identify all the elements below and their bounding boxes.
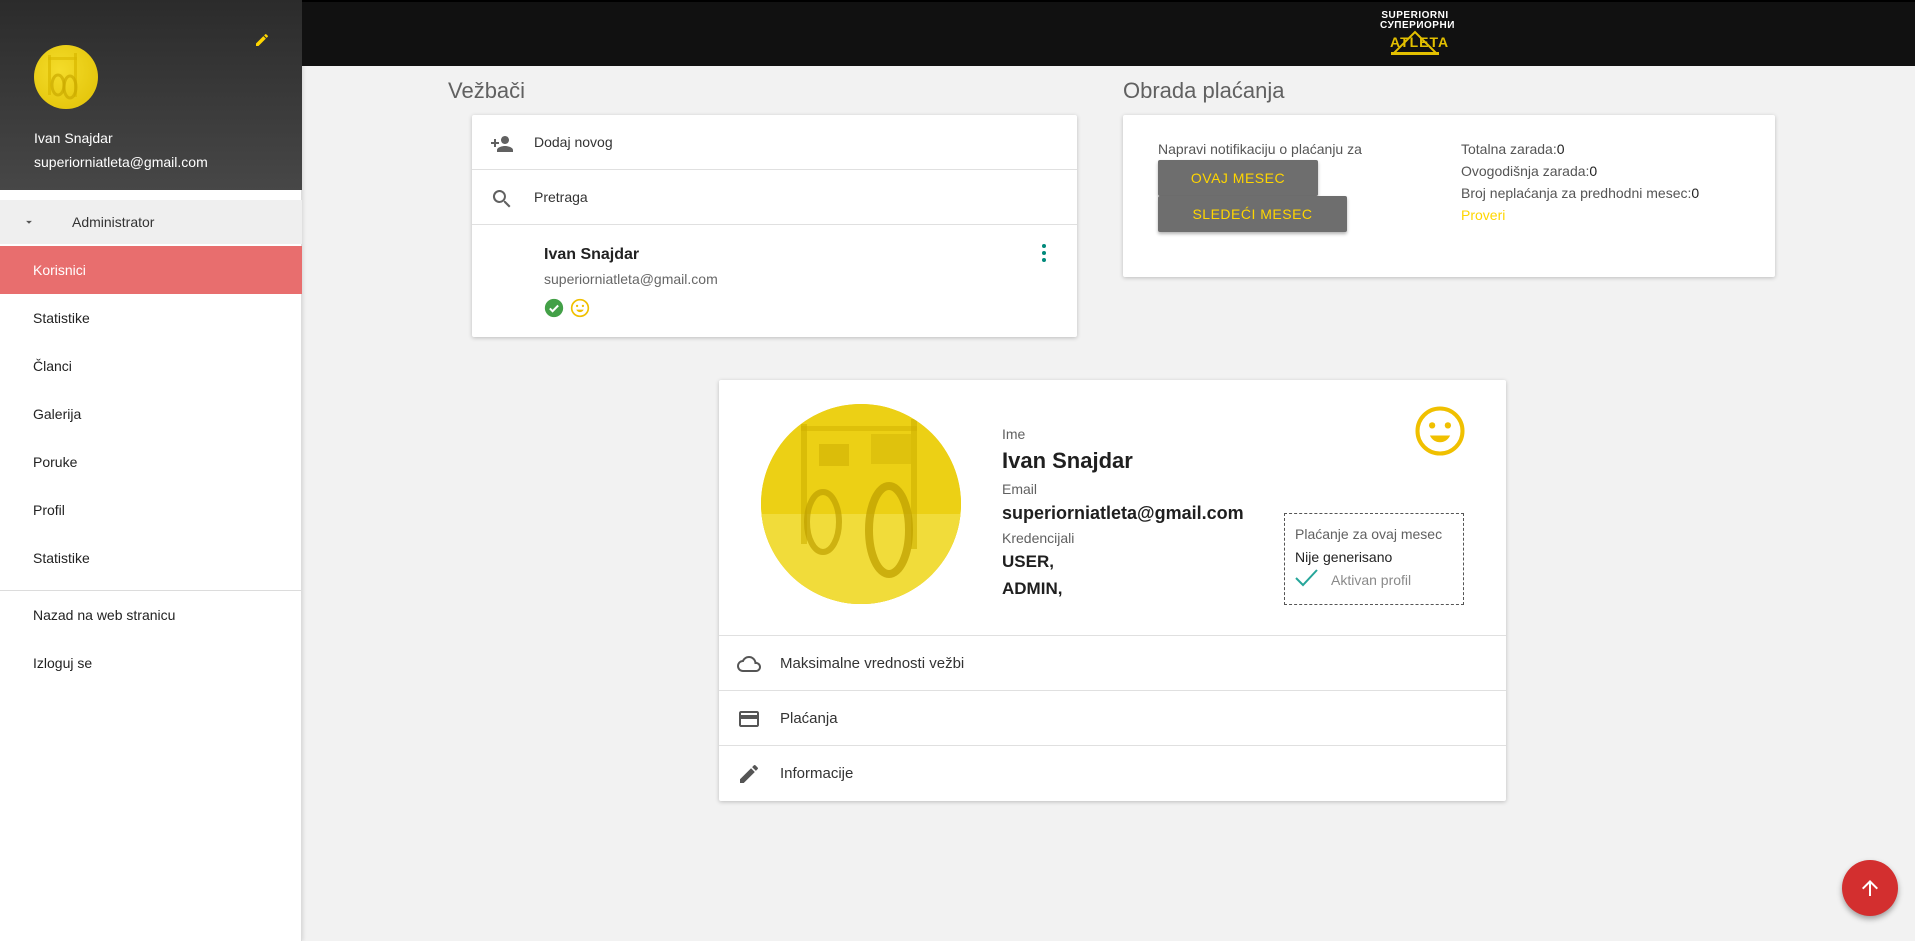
user-email: superiorniatleta@gmail.com [544,271,718,287]
credential-admin: ADMIN, [1002,579,1063,598]
sidebar-item-label: Galerija [33,406,82,422]
sidebar-item-label: Poruke [33,454,78,470]
check-link[interactable]: Proveri [1461,207,1505,223]
sidebar-item-poruke[interactable]: Poruke [0,438,302,486]
scroll-to-top-button[interactable] [1842,860,1898,916]
yearly-earnings-value: 0 [1589,163,1598,179]
more-vert-icon[interactable] [1040,243,1048,263]
this-month-button[interactable]: OVAJ MESEC [1158,160,1318,196]
sidebar-header: Ivan Snajdar superiorniatleta@gmail.com [0,0,302,190]
sidebar-group-label: Administrator [72,214,155,230]
profile-card: Ime Ivan Snajdar Email superiorniatleta@… [719,380,1506,801]
credential-user: USER, [1002,552,1054,571]
unpaid-count: Broj neplaćanja za predhodni mesec:0 [1461,185,1699,201]
check-icon [1295,569,1318,587]
caret-down-icon [26,220,32,224]
sidebar-item-profil[interactable]: Profil [0,486,302,534]
avatar[interactable] [34,45,98,109]
active-profile-label: Aktivan profil [1331,572,1412,588]
sidebar-user-name: Ivan Snajdar [34,130,113,146]
sidebar-item-logout[interactable]: Izloguj se [0,639,302,687]
vezbaci-card: Dodaj novog Pretraga Ivan Snajdar superi… [472,115,1077,337]
sidebar-item-label: Nazad na web stranicu [33,607,176,623]
sidebar-item-label: Profil [33,502,65,518]
payment-title: Plaćanje za ovaj mesec [1295,526,1443,542]
profile-name: Ivan Snajdar [1002,448,1133,473]
user-name: Ivan Snajdar [544,246,640,263]
email-label: Email [1002,481,1038,497]
edit-icon[interactable] [254,32,270,48]
section-title-placanja: Obrada plaćanja [1123,78,1285,103]
search-icon [492,190,511,208]
total-earnings-label: Totalna zarada: [1461,141,1557,157]
check-circle-icon [544,298,564,318]
sidebar-item-korisnici[interactable]: Korisnici [0,246,302,294]
sidebar-item-label: Članci [33,358,72,374]
brand-logo[interactable]: SUPERIORNI СУПЕРИОРНИ ATLETA [1380,8,1454,56]
sidebar-item-label: Statistike [33,310,90,326]
credit-card-icon [739,711,759,727]
payment-status: Nije generisano [1295,549,1393,565]
payments-card: Napravi notifikaciju o plaćanju za OVAJ … [1123,115,1775,277]
unpaid-count-value: 0 [1691,185,1700,201]
sidebar-item-statistike-2[interactable]: Statistike [0,534,302,582]
unpaid-count-label: Broj neplaćanja za predhodni mesec: [1461,185,1692,201]
arrow-up-icon [1862,880,1878,896]
notify-label: Napravi notifikaciju o plaćanju za [1158,141,1362,157]
cloud-icon [737,656,761,672]
sidebar-user-email: superiorniatleta@gmail.com [34,154,208,170]
add-new-row[interactable]: Dodaj novog [472,115,1077,170]
total-earnings-value: 0 [1556,141,1565,157]
smile-icon [570,298,590,318]
top-app-bar: SUPERIORNI СУПЕРИОРНИ ATLETA [302,0,1915,66]
info-label: Informacije [780,765,854,782]
payment-status-box: Plaćanje za ovaj mesec Nije generisano A… [1284,513,1464,605]
search-row[interactable]: Pretraga [472,170,1077,225]
info-row[interactable]: Informacije [719,745,1506,800]
sidebar-item-label: Statistike [33,550,90,566]
logo-text-line3: ATLETA [1390,34,1450,50]
profile-email: superiorniatleta@gmail.com [1002,503,1244,523]
sidebar-item-clanci[interactable]: Članci [0,342,302,390]
yearly-earnings-label: Ovogodišnja zarada: [1461,163,1590,179]
payments-label: Plaćanja [780,710,838,727]
sidebar-item-galerija[interactable]: Galerija [0,390,302,438]
person-add-icon [491,136,513,152]
next-month-button[interactable]: SLEDEĆI MESEC [1158,196,1347,232]
pencil-icon [740,764,759,783]
yearly-earnings: Ovogodišnja zarada:0 [1461,163,1597,179]
add-new-label: Dodaj novog [534,134,613,150]
payments-row[interactable]: Plaćanja [719,690,1506,745]
max-values-row[interactable]: Maksimalne vrednosti vežbi [719,635,1506,690]
total-earnings: Totalna zarada:0 [1461,141,1565,157]
sidebar-item-label: Korisnici [33,262,86,278]
smile-icon [1415,406,1465,456]
search-label: Pretraga [534,189,588,205]
name-label: Ime [1002,426,1026,442]
section-title-vezbaci: Vežbači [448,78,526,103]
credentials-label: Kredencijali [1002,530,1075,546]
sidebar-item-statistike[interactable]: Statistike [0,294,302,342]
profile-avatar [761,404,961,604]
sidebar: Ivan Snajdar superiorniatleta@gmail.com … [0,0,302,941]
sidebar-group-administrator[interactable]: Administrator [0,200,302,244]
sidebar-item-back-to-website[interactable]: Nazad na web stranicu [0,591,302,639]
sidebar-item-label: Izloguj se [33,655,93,671]
max-values-label: Maksimalne vrednosti vežbi [780,655,965,672]
